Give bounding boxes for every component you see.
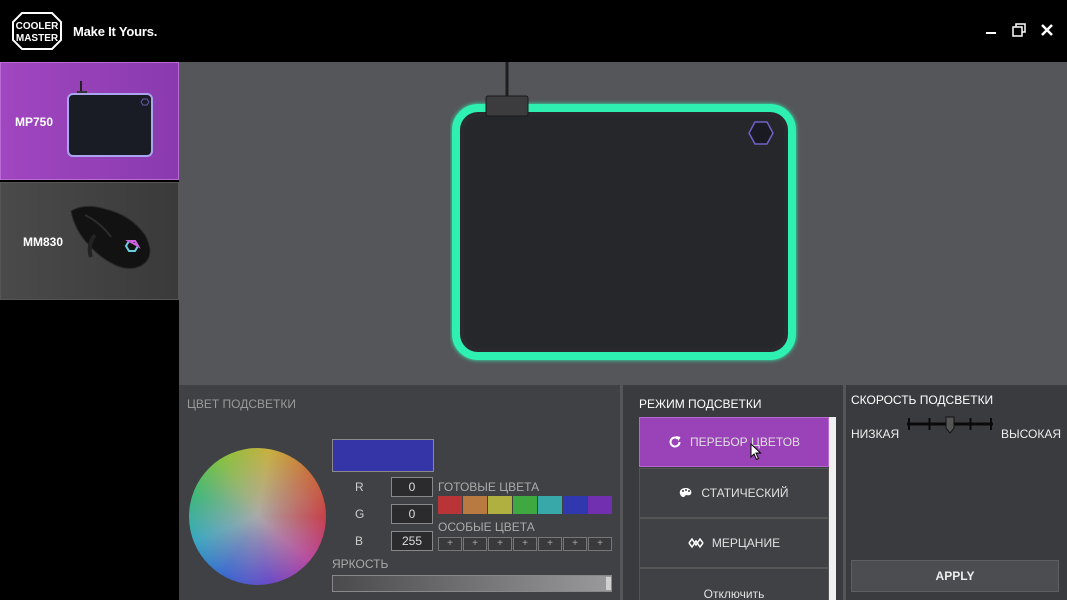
preset-color-swatch[interactable] xyxy=(488,496,512,514)
cooler-master-logo: COOLER MASTER xyxy=(12,12,62,50)
apply-button[interactable]: APPLY xyxy=(851,560,1059,592)
title-bar: COOLER MASTER Make It Yours. xyxy=(0,0,1067,62)
current-color-swatch xyxy=(332,439,434,472)
mouse-thumbnail xyxy=(70,205,151,269)
mode-list-scrollbar[interactable] xyxy=(829,417,836,600)
g-label: G xyxy=(355,507,365,521)
color-wheel[interactable] xyxy=(189,448,326,585)
mode-color-cycle-button[interactable]: ПЕРЕБОР ЦВЕТОВ xyxy=(639,417,829,467)
custom-color-add-slot[interactable]: + xyxy=(438,537,462,551)
refresh-icon xyxy=(669,436,681,448)
brightness-thumb[interactable] xyxy=(606,577,611,590)
flicker-icon xyxy=(688,537,704,549)
brightness-slider[interactable] xyxy=(332,575,612,592)
lighting-mode-panel: РЕЖИМ ПОДСВЕТКИ ПЕРЕБОР ЦВЕТОВ СТАТИЧЕСК… xyxy=(623,385,843,600)
preset-color-swatch[interactable] xyxy=(588,496,612,514)
logo-text-top: COOLER xyxy=(16,21,60,32)
device-item-mp750[interactable]: MP750 xyxy=(0,62,179,180)
preset-color-swatch[interactable] xyxy=(438,496,462,514)
custom-colors-label: ОСОБЫЕ ЦВЕТА xyxy=(438,520,535,534)
preset-color-swatch[interactable] xyxy=(538,496,562,514)
panel-title: ЦВЕТ ПОДСВЕТКИ xyxy=(187,397,296,411)
mode-label: МЕРЦАНИЕ xyxy=(711,536,781,550)
b-label: B xyxy=(355,534,364,548)
palette-icon xyxy=(680,488,692,498)
r-input[interactable]: 0 xyxy=(391,477,433,497)
speed-slider[interactable] xyxy=(905,413,995,435)
mode-label: ПЕРЕБОР ЦВЕТОВ xyxy=(689,435,801,449)
panel-title: СКОРОСТЬ ПОДСВЕТКИ xyxy=(851,393,994,407)
mode-off-button[interactable]: Отключить xyxy=(639,568,829,600)
preset-color-swatch[interactable] xyxy=(563,496,587,514)
mousepad-preview xyxy=(452,62,796,360)
mode-flicker-button[interactable]: МЕРЦАНИЕ xyxy=(639,518,829,568)
custom-color-add-slot[interactable]: + xyxy=(463,537,487,551)
preset-colors-label: ГОТОВЫЕ ЦВЕТА xyxy=(438,480,540,494)
speed-low-label: НИЗКАЯ xyxy=(851,427,900,441)
restore-icon[interactable] xyxy=(1009,20,1029,40)
custom-color-add-slot[interactable]: + xyxy=(588,537,612,551)
mode-static-button[interactable]: СТАТИЧЕСКИЙ xyxy=(639,468,829,518)
device-preview xyxy=(179,62,1067,385)
custom-color-add-slot[interactable]: + xyxy=(538,537,562,551)
r-label: R xyxy=(355,480,364,494)
brightness-label: ЯРКОСТЬ xyxy=(332,557,389,571)
custom-color-add-slot[interactable]: + xyxy=(513,537,537,551)
preset-color-swatch[interactable] xyxy=(513,496,537,514)
device-item-mm830[interactable]: MM830 xyxy=(0,182,179,300)
mode-label: СТАТИЧЕСКИЙ xyxy=(701,486,789,500)
logo-text-bottom: MASTER xyxy=(16,33,59,44)
b-input[interactable]: 255 xyxy=(391,531,433,551)
panel-title: РЕЖИМ ПОДСВЕТКИ xyxy=(639,397,762,411)
device-sidebar: MP750 MM830 xyxy=(0,62,179,600)
speed-slider-thumb[interactable] xyxy=(945,416,955,434)
g-input[interactable]: 0 xyxy=(391,504,433,524)
preset-color-swatch[interactable] xyxy=(463,496,487,514)
lighting-speed-panel: СКОРОСТЬ ПОДСВЕТКИ НИЗКАЯ ВЫСОКАЯ APPLY xyxy=(846,385,1067,600)
lighting-color-panel: ЦВЕТ ПОДСВЕТКИ R 0 G 0 B 255 ГОТОВЫЕ ЦВЕ… xyxy=(179,385,620,600)
custom-color-add-slot[interactable]: + xyxy=(488,537,512,551)
minimize-icon[interactable] xyxy=(981,20,1001,40)
close-icon[interactable] xyxy=(1037,20,1057,40)
app-slogan: Make It Yours. xyxy=(73,24,158,39)
mouse-cursor-icon xyxy=(750,443,762,461)
device-label: MP750 xyxy=(15,115,54,129)
mousepad-thumbnail xyxy=(67,81,153,157)
speed-high-label: ВЫСОКАЯ xyxy=(1001,427,1062,441)
device-label: MM830 xyxy=(23,235,64,249)
mode-label: Отключить xyxy=(703,587,765,600)
custom-color-add-slot[interactable]: + xyxy=(563,537,587,551)
